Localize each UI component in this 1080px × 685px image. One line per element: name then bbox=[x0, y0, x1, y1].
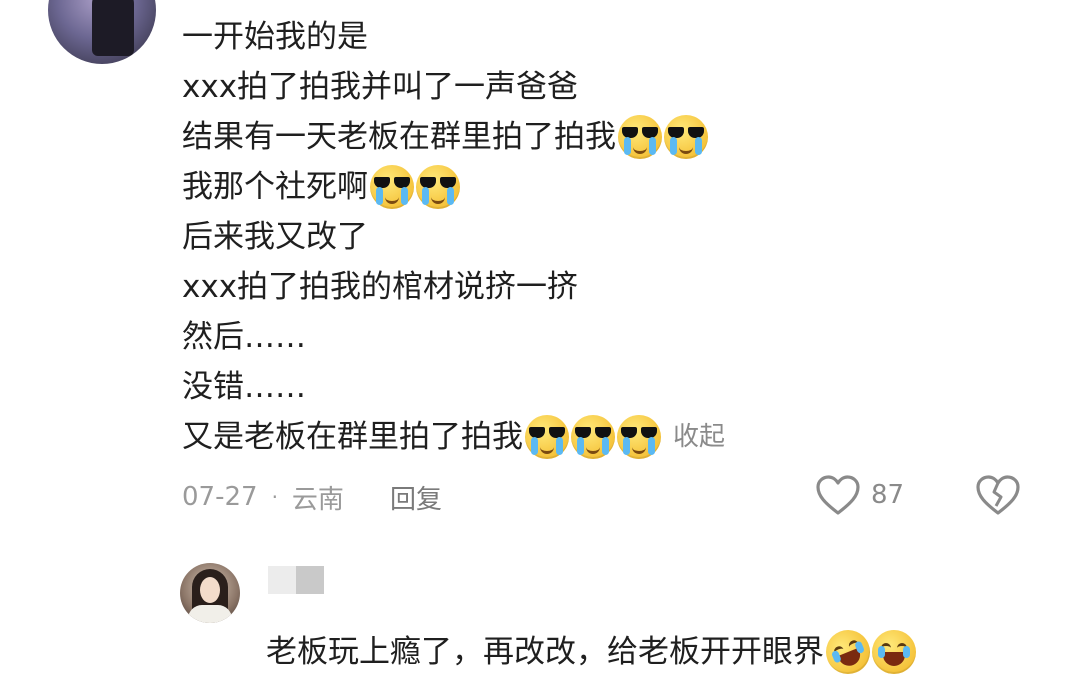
comment-location: 云南 bbox=[291, 484, 344, 515]
reply-body: 老板玩上瘾了，再改改，给老板开开眼界 bbox=[266, 623, 916, 681]
comment-line: xxx拍了拍我并叫了一声爸爸 bbox=[182, 62, 725, 112]
comment-body: 一开始我的是 xxx拍了拍我并叫了一声爸爸 结果有一天老板在群里拍了拍我 我那个… bbox=[182, 12, 725, 462]
comment-line: 然后…… bbox=[182, 312, 725, 362]
avatar-face bbox=[200, 577, 220, 603]
comment-line: 我那个社死啊 bbox=[182, 162, 725, 212]
rolling-laugh-emoji-icon bbox=[819, 623, 877, 681]
comment-line-text: 结果有一天老板在群里拍了拍我 bbox=[182, 119, 616, 155]
cool-crying-emoji-icon bbox=[664, 115, 708, 159]
comment-line: 又是老板在群里拍了拍我 收起 bbox=[182, 412, 725, 462]
avatar-body bbox=[188, 605, 232, 623]
collapse-link[interactable]: 收起 bbox=[673, 412, 725, 462]
comment-line-text: 我那个社死啊 bbox=[182, 169, 368, 205]
heart-icon bbox=[816, 475, 860, 515]
cool-crying-emoji-icon bbox=[571, 415, 615, 459]
comment-date: 07-27 bbox=[182, 482, 258, 512]
comment-line: 结果有一天老板在群里拍了拍我 bbox=[182, 112, 725, 162]
commenter-avatar[interactable] bbox=[48, 0, 156, 64]
reply-text: 老板玩上瘾了，再改改，给老板开开眼界 bbox=[266, 634, 824, 670]
comment-line-text: xxx拍了拍我并叫了一声爸爸 bbox=[182, 69, 579, 105]
reply-button[interactable]: 回复 bbox=[390, 479, 442, 516]
replier-username-redacted[interactable] bbox=[268, 566, 324, 594]
comment-line: xxx拍了拍我的棺材说挤一挤 bbox=[182, 262, 725, 312]
redaction-block bbox=[296, 566, 324, 594]
cool-crying-emoji-icon bbox=[525, 415, 569, 459]
comment-line: 后来我又改了 bbox=[182, 212, 725, 262]
cool-crying-emoji-icon bbox=[618, 115, 662, 159]
redaction-block bbox=[268, 566, 296, 594]
cool-crying-emoji-icon bbox=[370, 165, 414, 209]
comment-line-text: 又是老板在群里拍了拍我 bbox=[182, 419, 523, 455]
like-button[interactable]: 87 bbox=[815, 474, 904, 516]
meta-separator: · bbox=[271, 485, 278, 509]
cool-crying-emoji-icon bbox=[617, 415, 661, 459]
comment-line-text: xxx拍了拍我的棺材说挤一挤 bbox=[182, 269, 579, 305]
dislike-button[interactable] bbox=[975, 474, 1021, 520]
comment-line: 没错…… bbox=[182, 362, 725, 412]
crying-laugh-emoji-icon bbox=[872, 630, 916, 674]
comment-line-text: 后来我又改了 bbox=[182, 219, 368, 255]
comment-line-text: 一开始我的是 bbox=[182, 19, 368, 55]
comment-line: 一开始我的是 bbox=[182, 12, 725, 62]
like-count: 87 bbox=[871, 480, 905, 510]
cool-crying-emoji-icon bbox=[416, 165, 460, 209]
comment-line-text: 然后…… bbox=[182, 319, 306, 355]
comment-line-text: 没错…… bbox=[182, 369, 306, 405]
comment-meta: 07-27 · 云南 回复 bbox=[182, 477, 442, 517]
replier-avatar[interactable] bbox=[180, 563, 240, 623]
avatar-figure bbox=[92, 0, 134, 56]
broken-heart-icon bbox=[976, 475, 1020, 515]
